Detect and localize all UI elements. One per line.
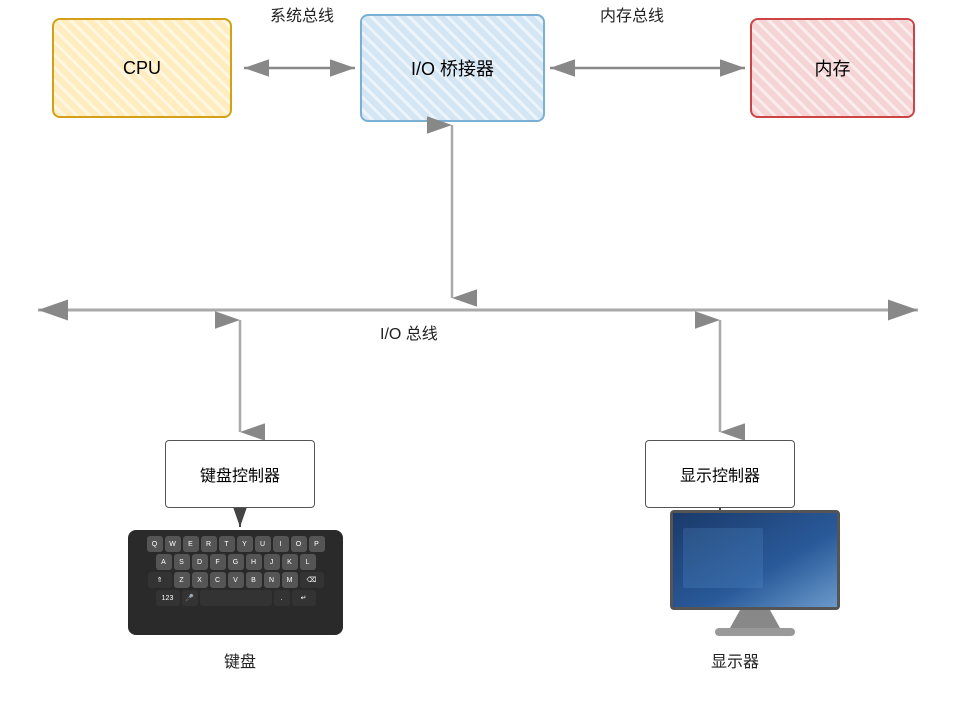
display-ctrl-label: 显示控制器: [680, 462, 760, 486]
mem-label: 内存: [815, 55, 851, 81]
mem-bus-label: 内存总线: [600, 2, 664, 26]
io-bridge-label: I/O 桥接器: [411, 55, 494, 81]
cpu-label: CPU: [123, 58, 161, 79]
keyboard-ctrl-box: 键盘控制器: [165, 440, 315, 508]
system-bus-label: 系统总线: [270, 2, 334, 26]
display-ctrl-box: 显示控制器: [645, 440, 795, 508]
io-bus-label: I/O 总线: [380, 320, 438, 344]
diagram: CPU I/O 桥接器 内存: [0, 0, 960, 701]
keyboard-ctrl-label: 键盘控制器: [200, 462, 280, 486]
keyboard-text-label: 键盘: [175, 648, 305, 672]
keyboard-image: QWE RTY UIO P ASD FGH JKL ⇑ ZXC VBN M⌫ 1…: [128, 530, 343, 635]
monitor-image: [660, 510, 850, 640]
monitor-text-label: 显示器: [685, 648, 785, 672]
